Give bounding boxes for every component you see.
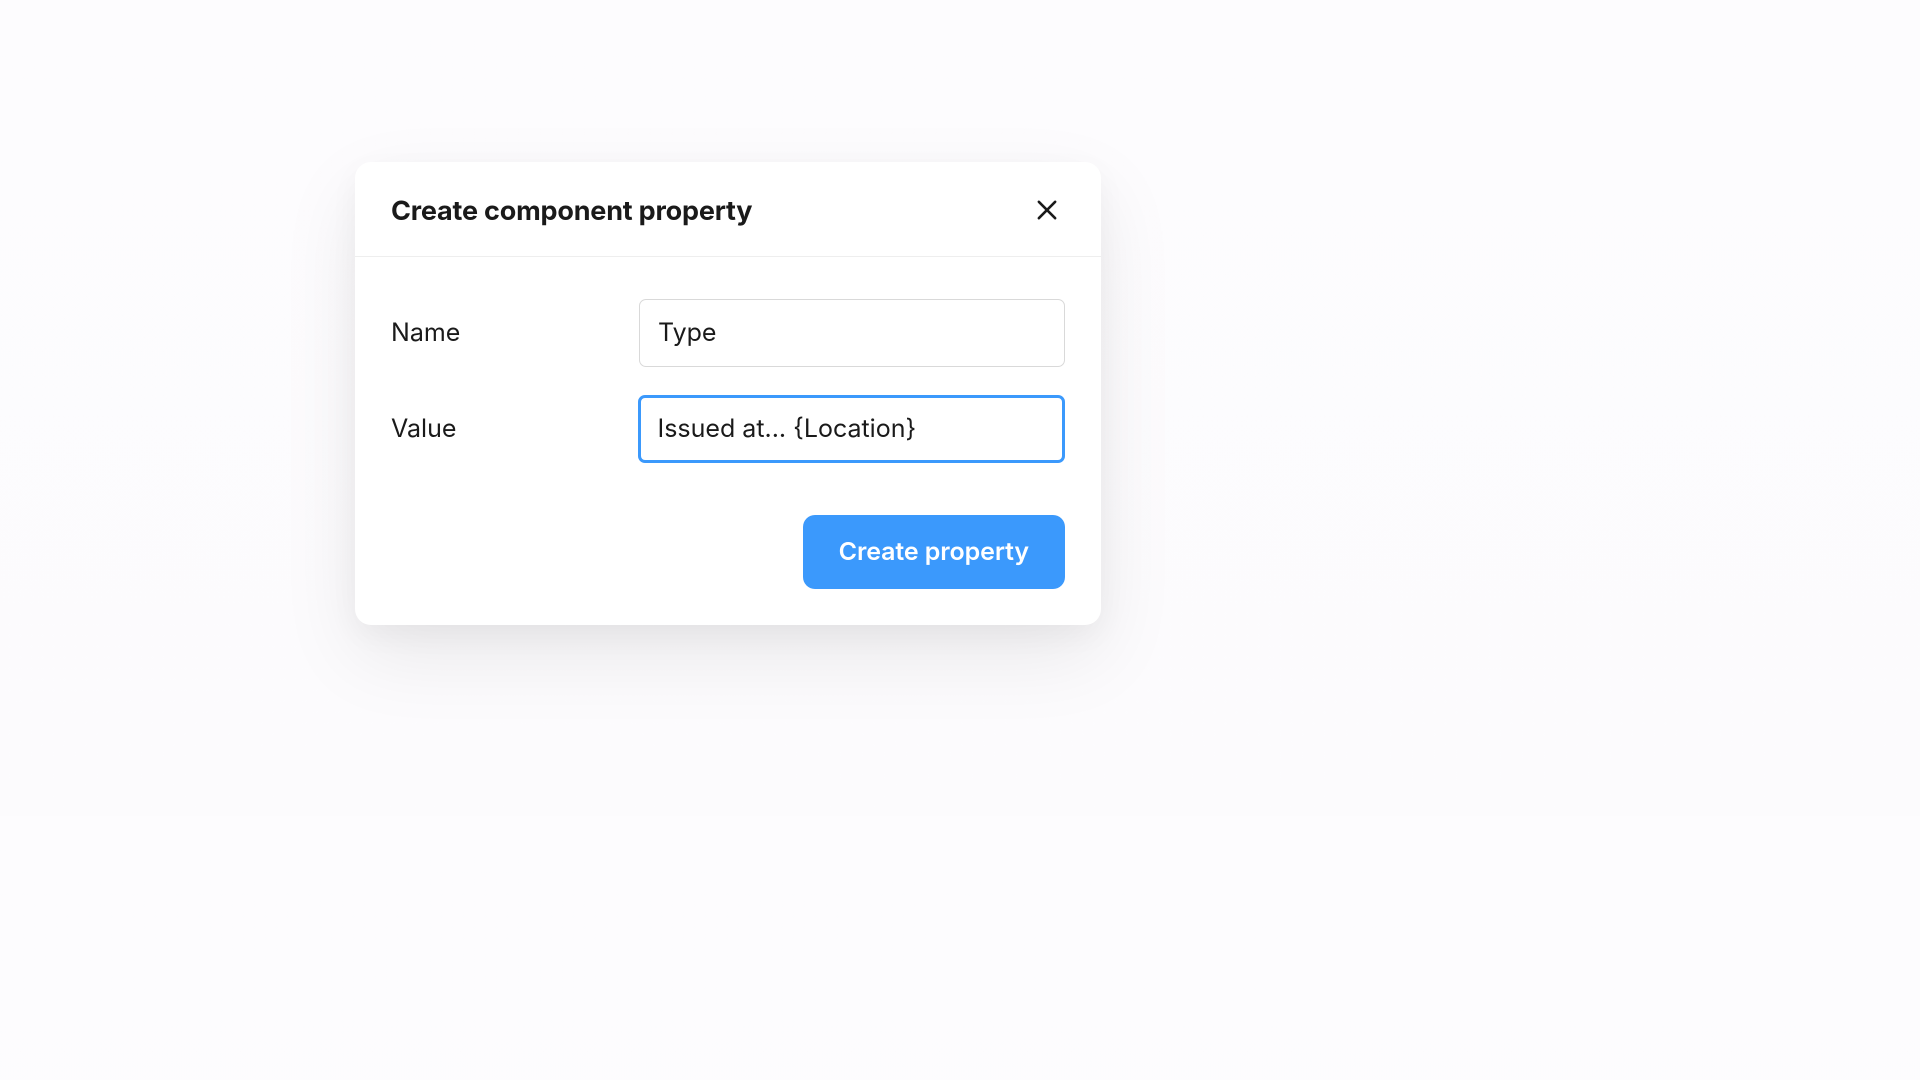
value-field-row: Value [391, 395, 1065, 463]
dialog-title: Create component property [391, 194, 752, 227]
value-input[interactable] [638, 395, 1065, 463]
name-input[interactable] [639, 299, 1065, 367]
name-label: Name [391, 318, 639, 348]
create-property-dialog: Create component property Name Value Cre… [355, 162, 1101, 625]
dialog-header: Create component property [355, 162, 1101, 257]
dialog-actions: Create property [391, 515, 1065, 589]
dialog-body: Name Value Create property [355, 257, 1101, 625]
value-label: Value [391, 414, 638, 444]
close-icon [1033, 196, 1061, 224]
name-field-row: Name [391, 299, 1065, 367]
create-property-button[interactable]: Create property [803, 515, 1065, 589]
close-button[interactable] [1029, 192, 1065, 228]
